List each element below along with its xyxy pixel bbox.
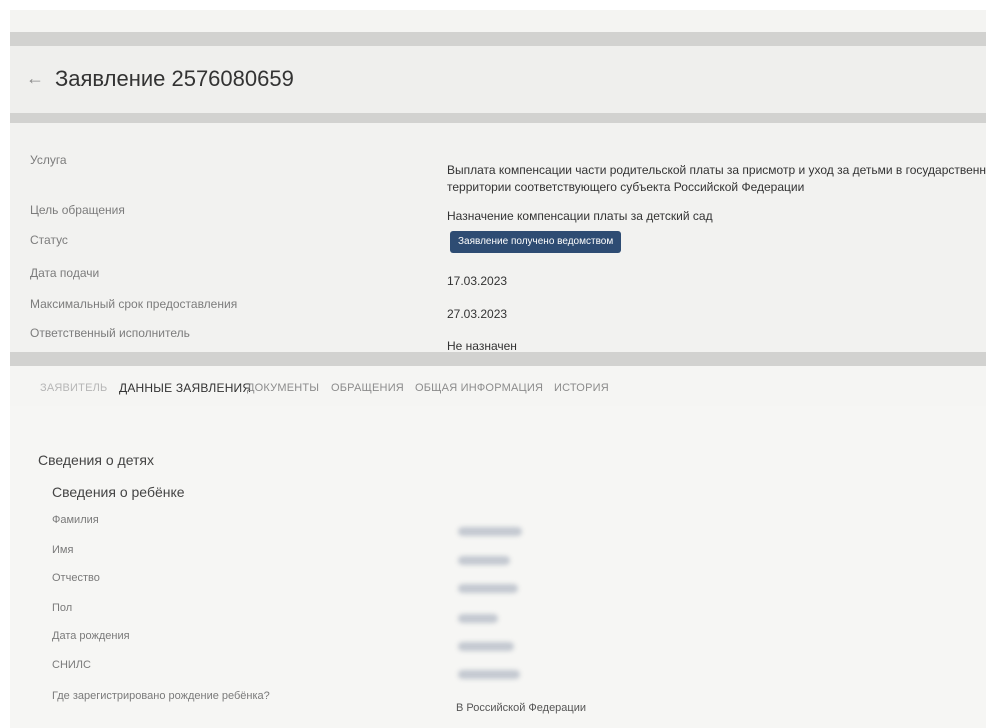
page-header: ← Заявление 2576080659 [10,46,986,113]
tab-general-info[interactable]: ОБЩАЯ ИНФОРМАЦИЯ [415,382,543,394]
field-value-redacted [458,642,514,651]
field-label-name: Имя [52,544,74,556]
field-label-birth-date: Дата рождения [52,630,130,642]
tab-application-data[interactable]: ДАННЫЕ ЗАЯВЛЕНИЯ [119,381,251,395]
top-divider [10,32,986,46]
info-divider [10,352,986,366]
field-value-birth-registration: В Российской Федерации [456,702,587,714]
executor-value: Не назначен [447,339,517,353]
field-value-redacted [458,584,518,593]
field-value-redacted [458,556,510,565]
service-label: Услуга [30,153,67,167]
purpose-label: Цель обращения [30,203,125,217]
deadline-value: 27.03.2023 [447,307,508,321]
header-divider [10,113,986,123]
field-label-snils: СНИЛС [52,659,91,671]
page-sheet: ← Заявление 2576080659 Услуга Выплата ко… [10,10,986,728]
status-label: Статус [30,233,68,247]
status-badge: Заявление получено ведомством [450,231,622,253]
executor-label: Ответственный исполнитель [30,326,190,340]
service-value: Выплата компенсации части родительской п… [447,162,986,196]
tab-bar: ЗАЯВИТЕЛЬ ДАННЫЕ ЗАЯВЛЕНИЯ ДОКУМЕНТЫ ОБР… [10,366,986,406]
arrow-left-icon[interactable]: ← [26,68,44,89]
deadline-label: Максимальный срок предоставления [30,297,238,311]
purpose-value: Назначение компенсации платы за детский … [447,209,713,223]
submit-date-value: 17.03.2023 [447,274,508,288]
field-label-gender: Пол [52,602,73,614]
tab-documents[interactable]: ДОКУМЕНТЫ [247,382,319,394]
subsection-title-child: Сведения о ребёнке [52,484,185,500]
field-value-redacted [458,614,498,623]
service-value-line2: территории соответствующего субъекта Рос… [447,180,805,194]
submit-date-label: Дата подачи [30,266,100,280]
section-title-children: Сведения о детях [38,452,155,468]
application-info: Услуга Выплата компенсации части родител… [10,123,986,353]
field-label-birth-registration: Где зарегистрировано рождение ребёнка? [52,690,270,702]
field-label-surname: Фамилия [52,514,99,526]
page-title: Заявление 2576080659 [55,66,294,91]
tab-requests[interactable]: ОБРАЩЕНИЯ [331,382,404,394]
service-value-line1: Выплата компенсации части родительской п… [447,163,986,177]
field-value-redacted [458,670,520,679]
field-label-patronymic: Отчество [52,572,100,584]
tab-history[interactable]: ИСТОРИЯ [554,382,609,394]
field-value-redacted [458,527,522,536]
tab-applicant[interactable]: ЗАЯВИТЕЛЬ [40,382,107,394]
application-data-panel: Сведения о детях Сведения о ребёнке Фами… [10,406,986,728]
